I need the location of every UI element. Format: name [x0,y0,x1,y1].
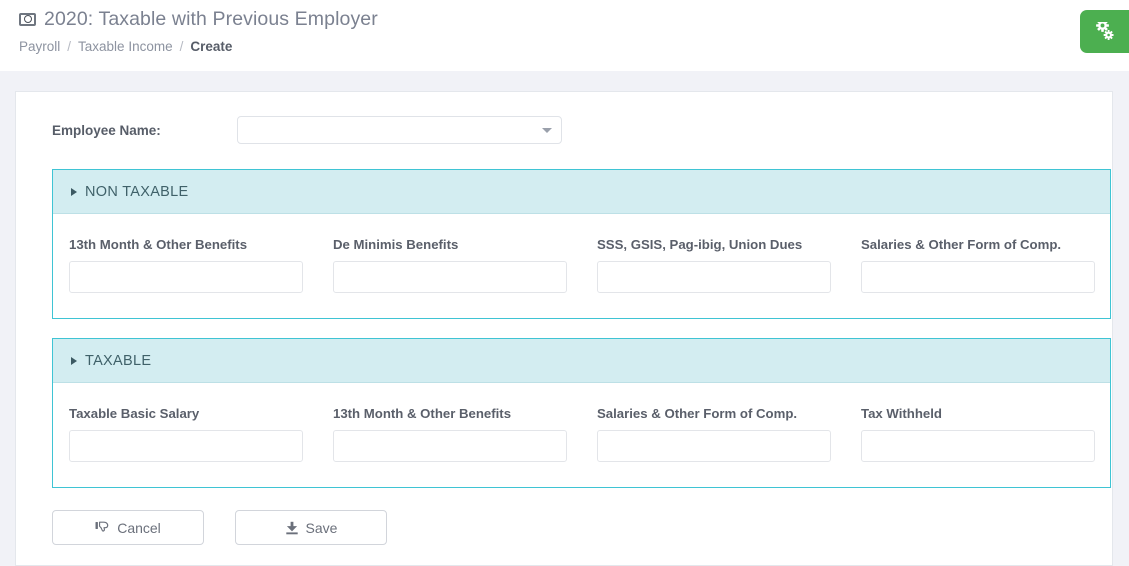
chevron-down-icon [542,128,552,133]
form-card: Employee Name: NON TAXABLE 13th Month & … [15,91,1113,566]
panel-taxable-title: TAXABLE [85,353,151,369]
page-title: 2020: Taxable with Previous Employer [44,8,378,31]
field-label: Tax Withheld [861,406,1125,421]
settings-button[interactable] [1080,10,1129,53]
form-actions: Cancel Save [52,510,1092,545]
panel-non-taxable: NON TAXABLE 13th Month & Other Benefits … [52,169,1111,319]
panel-taxable-body: Taxable Basic Salary 13th Month & Other … [53,383,1110,487]
save-button[interactable]: Save [235,510,387,545]
field-nontaxable-de-minimis: De Minimis Benefits [333,237,597,293]
field-label: Salaries & Other Form of Comp. [597,406,861,421]
field-label: Taxable Basic Salary [69,406,333,421]
field-taxable-salaries: Salaries & Other Form of Comp. [597,406,861,462]
page-header: 2020: Taxable with Previous Employer Pay… [0,0,1129,71]
field-label: SSS, GSIS, Pag-ibig, Union Dues [597,237,861,252]
download-icon [285,521,299,535]
panel-non-taxable-body: 13th Month & Other Benefits De Minimis B… [53,214,1110,318]
input-taxable-salaries[interactable] [597,430,831,462]
breadcrumb-item-create: Create [190,39,232,54]
field-label: 13th Month & Other Benefits [69,237,333,252]
caret-right-icon [71,188,77,196]
field-label: 13th Month & Other Benefits [333,406,597,421]
field-nontaxable-salaries: Salaries & Other Form of Comp. [861,237,1125,293]
panel-non-taxable-header[interactable]: NON TAXABLE [53,170,1110,214]
money-bill-icon [19,13,36,26]
breadcrumb-item-taxable-income[interactable]: Taxable Income [78,39,173,54]
gears-icon [1094,22,1116,42]
input-nontaxable-sss-gsis[interactable] [597,261,831,293]
breadcrumb-item-payroll[interactable]: Payroll [19,39,60,54]
input-nontaxable-de-minimis[interactable] [333,261,567,293]
field-nontaxable-13th-month: 13th Month & Other Benefits [69,237,333,293]
input-taxable-tax-withheld[interactable] [861,430,1095,462]
input-taxable-basic-salary[interactable] [69,430,303,462]
field-label: Salaries & Other Form of Comp. [861,237,1125,252]
breadcrumb: Payroll / Taxable Income / Create [19,39,1129,54]
breadcrumb-separator: / [67,39,71,54]
panel-taxable-header[interactable]: TAXABLE [53,339,1110,383]
field-taxable-tax-withheld: Tax Withheld [861,406,1125,462]
employee-name-row: Employee Name: [36,110,1092,150]
employee-name-select[interactable] [237,116,562,144]
panel-taxable: TAXABLE Taxable Basic Salary 13th Month … [52,338,1111,488]
field-nontaxable-sss-gsis: SSS, GSIS, Pag-ibig, Union Dues [597,237,861,293]
panel-non-taxable-title: NON TAXABLE [85,184,189,200]
input-taxable-13th-month[interactable] [333,430,567,462]
save-button-label: Save [306,520,338,536]
title-row: 2020: Taxable with Previous Employer [19,6,1129,32]
input-nontaxable-13th-month[interactable] [69,261,303,293]
thumbs-down-icon [95,521,110,535]
field-taxable-13th-month: 13th Month & Other Benefits [333,406,597,462]
employee-name-label: Employee Name: [52,123,237,138]
input-nontaxable-salaries[interactable] [861,261,1095,293]
field-label: De Minimis Benefits [333,237,597,252]
cancel-button-label: Cancel [117,520,161,536]
caret-right-icon [71,357,77,365]
cancel-button[interactable]: Cancel [52,510,204,545]
field-taxable-basic-salary: Taxable Basic Salary [69,406,333,462]
breadcrumb-separator: / [180,39,184,54]
